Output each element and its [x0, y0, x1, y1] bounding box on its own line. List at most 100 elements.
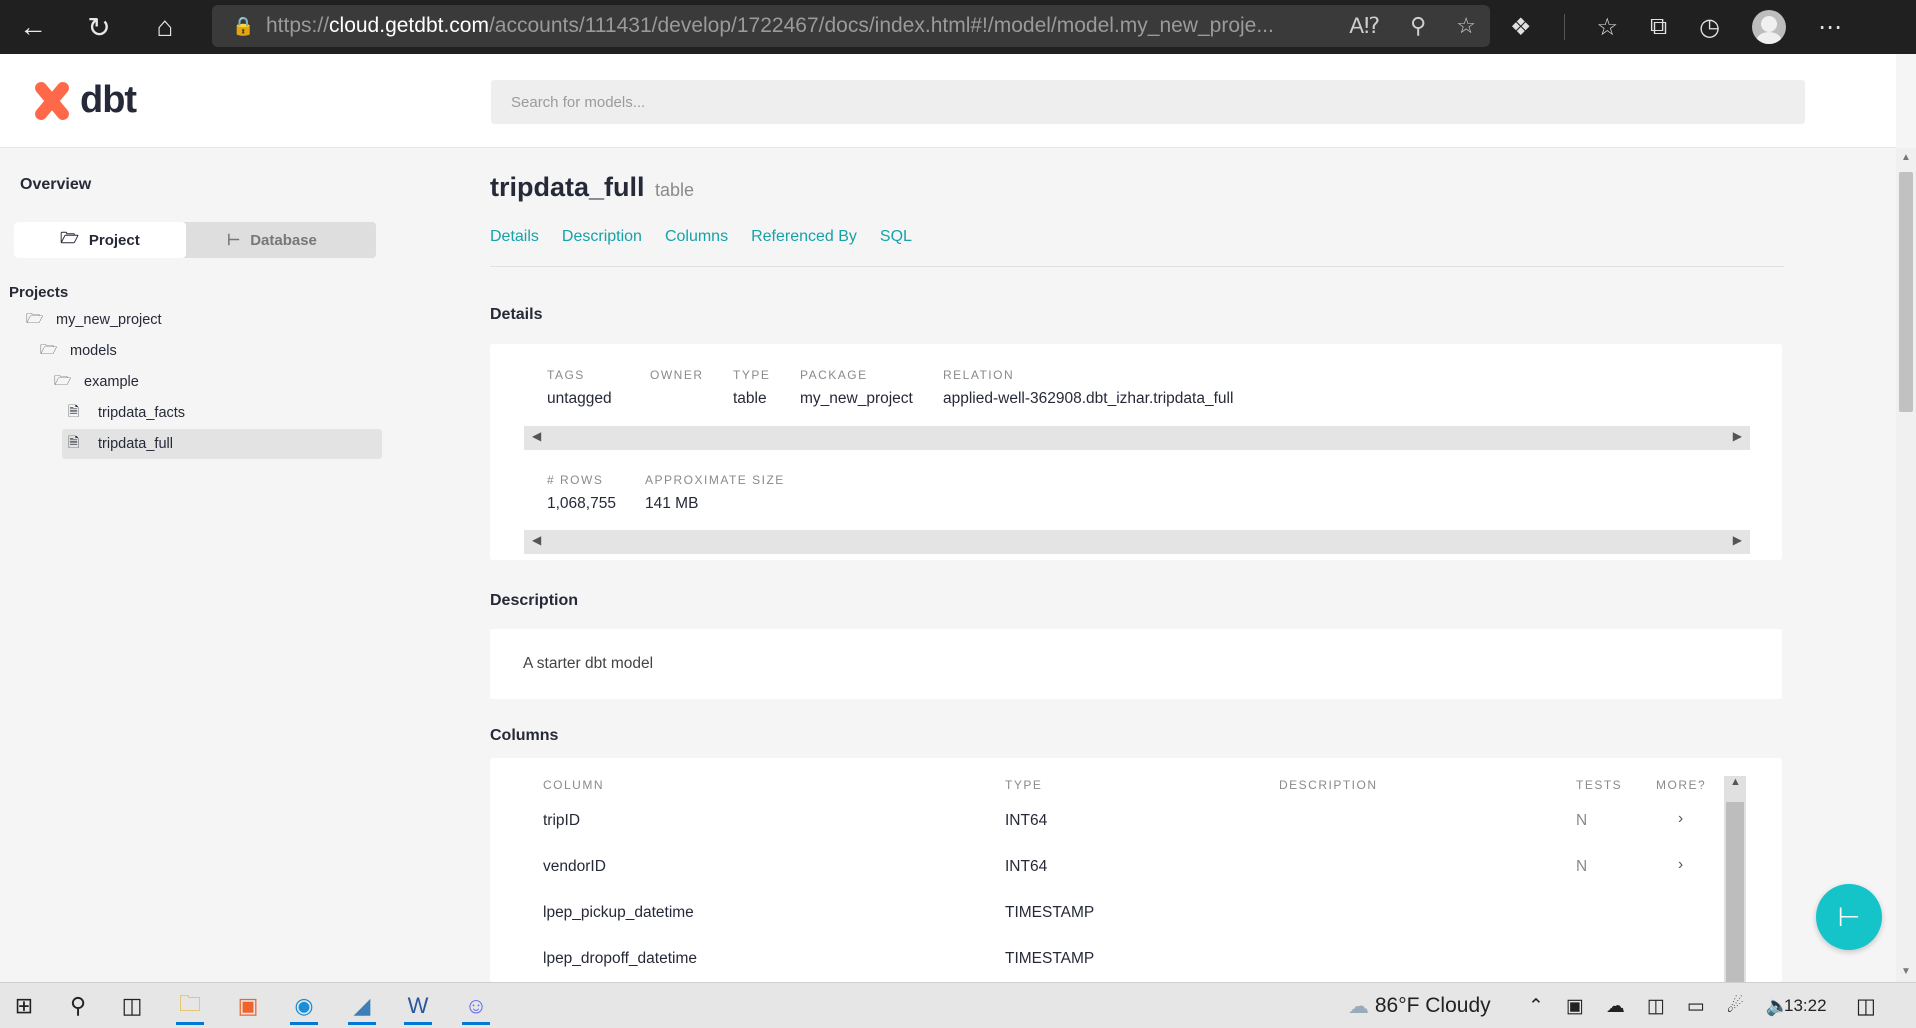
sidebar: Overview 🗁 Project ⊢ Database Projects 🗁… — [0, 148, 390, 982]
edge-icon[interactable]: ◉ — [280, 987, 328, 1025]
description-card: A starter dbt model — [490, 629, 1782, 699]
search-icon[interactable]: ⚲ — [54, 987, 102, 1025]
meta-value-tags: untagged — [547, 390, 612, 407]
folder-open-icon: 🗁 — [60, 229, 79, 247]
scroll-down-icon[interactable]: ▼ — [1901, 966, 1911, 977]
meta-label-package: PACKAGE — [800, 368, 868, 382]
scroll-left-icon[interactable]: ◀ — [532, 429, 541, 443]
tree-item-label: tripdata_facts — [98, 405, 186, 421]
expand-row-icon[interactable]: › — [1678, 810, 1683, 828]
app-header: dbt — [0, 54, 1896, 148]
scroll-up-icon[interactable]: ▲ — [1901, 152, 1911, 163]
app-icon[interactable]: ◢ — [338, 987, 386, 1025]
url-host: cloud.getdbt.com — [329, 14, 489, 37]
weather-text: 86°F Cloudy — [1374, 994, 1491, 1017]
tab-database[interactable]: ⊢ Database — [186, 222, 358, 258]
tab-referenced-by[interactable]: Referenced By — [751, 228, 857, 246]
tab-sql[interactable]: SQL — [880, 228, 912, 246]
display-icon[interactable]: ◫ — [1647, 995, 1665, 1018]
folder-open-icon: 🗁 — [26, 310, 44, 326]
scroll-up-icon[interactable]: ▲ — [1730, 776, 1741, 788]
scroll-right-icon[interactable]: ▶ — [1733, 429, 1742, 443]
lineage-graph-button[interactable]: ⊢ — [1816, 884, 1882, 950]
file-icon: 🗎 — [68, 403, 80, 419]
tree-item-tripdata-facts[interactable]: 🗎 tripdata_facts — [68, 398, 185, 428]
tab-description[interactable]: Description — [562, 228, 642, 246]
dbt-logo-icon — [30, 78, 72, 123]
browser-toolbar: ← ↻ ⌂ 🔒 https://cloud.getdbt.com/account… — [0, 0, 1916, 54]
overview-link[interactable]: Overview — [20, 176, 91, 194]
meta-label-type: TYPE — [733, 368, 771, 382]
column-header-description: DESCRIPTION — [1279, 778, 1378, 792]
page-title: tripdata_full table — [490, 172, 694, 203]
toolbar-divider — [1563, 14, 1565, 40]
taskbar: ⊞ ⚲ ◫ 🗀 ▣ ◉ ◢ W ☺ ☁ 86°F Cloudy ⌃ ▣ ☁ ◫ … — [0, 982, 1916, 1028]
word-icon[interactable]: W — [394, 987, 442, 1025]
tree-item-my-new-project[interactable]: 🗁 my_new_project — [26, 305, 162, 335]
model-kind: table — [654, 180, 695, 200]
tree-item-tripdata-full[interactable]: 🗎 tripdata_full — [62, 429, 382, 459]
scroll-right-icon[interactable]: ▶ — [1733, 533, 1742, 547]
expand-row-icon[interactable]: › — [1678, 856, 1683, 874]
meta-value-relation: applied-well-362908.dbt_izhar.tripdata_f… — [943, 390, 1234, 407]
meta-value-type: table — [733, 390, 767, 407]
scrollbar-thumb[interactable] — [1726, 802, 1744, 982]
column-header-more: MORE? — [1656, 778, 1707, 792]
profile-avatar[interactable] — [1752, 10, 1787, 44]
column-name: lpep_pickup_datetime — [543, 904, 694, 921]
back-arrow-icon[interactable]: ← — [0, 0, 66, 54]
extensions-icon[interactable]: ❖ — [1510, 13, 1532, 42]
address-bar[interactable]: 🔒 https://cloud.getdbt.com/accounts/1114… — [212, 5, 1490, 47]
chevron-up-icon[interactable]: ⌃ — [1528, 995, 1544, 1018]
dbt-logo[interactable]: dbt — [30, 78, 137, 123]
cloud-error-icon[interactable]: ☁ — [1606, 995, 1625, 1018]
tree-icon: ⊢ — [227, 232, 241, 249]
projects-label: Projects — [9, 284, 69, 301]
favorites-icon[interactable]: ☆ — [1597, 13, 1619, 42]
scrollbar-thumb[interactable] — [1899, 172, 1913, 412]
folder-open-icon: 🗁 — [40, 341, 58, 357]
tab-project[interactable]: 🗁 Project — [14, 222, 186, 258]
tab-database-label: Database — [250, 231, 317, 249]
column-name: tripID — [543, 812, 581, 829]
xampp-icon[interactable]: ▣ — [224, 987, 272, 1025]
meta-value-rows: 1,068,755 — [547, 495, 616, 512]
weather-widget[interactable]: ☁ 86°F Cloudy — [1348, 983, 1491, 1028]
meet-now-icon[interactable]: ▣ — [1566, 995, 1584, 1018]
discord-icon[interactable]: ☺ — [452, 987, 500, 1025]
clock[interactable]: 13:22 — [1784, 983, 1827, 1028]
add-favorite-icon[interactable]: ☆ — [1456, 13, 1476, 39]
notifications-icon[interactable]: ◫ — [1856, 983, 1876, 1028]
url-prefix: https:// — [266, 14, 330, 37]
tab-columns[interactable]: Columns — [665, 228, 728, 246]
zoom-icon[interactable]: ⚲ — [1410, 13, 1426, 39]
history-icon[interactable]: ◷ — [1699, 13, 1720, 42]
task-view-icon[interactable]: ◫ — [108, 987, 156, 1025]
scroll-left-icon[interactable]: ◀ — [532, 533, 541, 547]
column-type: INT64 — [1005, 858, 1048, 875]
search-input[interactable] — [491, 80, 1805, 124]
column-name: vendorID — [543, 858, 606, 875]
more-menu-icon[interactable]: ⋯ — [1818, 13, 1842, 42]
details-horizontal-scrollbar[interactable]: ◀ ▶ — [524, 426, 1750, 450]
column-tests: N — [1576, 858, 1588, 875]
column-type: TIMESTAMP — [1005, 950, 1095, 967]
battery-icon[interactable]: ▭ — [1687, 995, 1705, 1018]
tree-item-example[interactable]: 🗁 example — [54, 367, 139, 397]
page-scrollbar[interactable]: ▲ ▼ — [1896, 148, 1916, 982]
wifi-icon[interactable]: ☄ — [1727, 995, 1744, 1018]
tab-details[interactable]: Details — [490, 228, 539, 246]
file-explorer-icon[interactable]: 🗀 — [166, 987, 214, 1025]
tab-project-label: Project — [88, 231, 140, 249]
refresh-icon[interactable]: ↻ — [66, 0, 132, 54]
home-icon[interactable]: ⌂ — [132, 0, 198, 54]
windows-start-icon[interactable]: ⊞ — [0, 987, 48, 1025]
collections-icon[interactable]: ⧉ — [1650, 13, 1667, 41]
section-tabs: Details Description Columns Referenced B… — [490, 228, 912, 246]
tree-item-label: models — [70, 343, 117, 359]
tree-item-models[interactable]: 🗁 models — [40, 336, 117, 366]
columns-vertical-scrollbar[interactable]: ▲ — [1724, 776, 1746, 982]
details-card: TAGS untagged OWNER TYPE table PACKAGE m… — [490, 344, 1782, 560]
read-aloud-icon[interactable]: A⁉ — [1349, 13, 1380, 39]
details-horizontal-scrollbar[interactable]: ◀ ▶ — [524, 530, 1750, 554]
